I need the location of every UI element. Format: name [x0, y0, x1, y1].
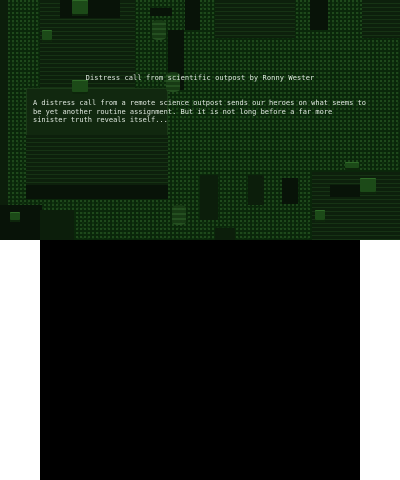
top-screen-game-map: Distress call from scientific outpost by…: [0, 0, 400, 240]
episode-description: A distress call from a remote science ou…: [33, 99, 366, 124]
bottom-screen[interactable]: [40, 240, 360, 480]
episode-title: Distress call from scientific outpost by…: [85, 74, 315, 82]
intro-overlay: Distress call from scientific outpost by…: [0, 0, 400, 240]
